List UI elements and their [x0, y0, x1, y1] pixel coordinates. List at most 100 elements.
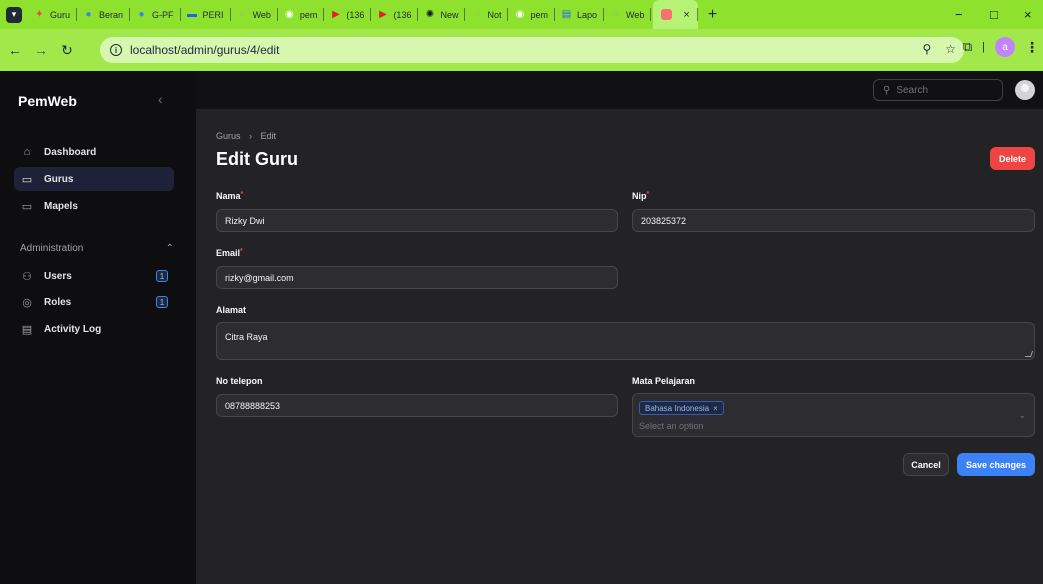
delete-button[interactable]: Delete [990, 147, 1035, 170]
browser-tab[interactable]: ◌ Web [604, 0, 652, 29]
tab-title: PERI [202, 9, 224, 20]
sidebar-group-label: Administration [20, 243, 84, 254]
sidebar-item-label: Users [44, 270, 72, 282]
site-info-icon[interactable]: i [110, 44, 122, 56]
tab-title: (136 [346, 9, 365, 20]
profile-avatar[interactable]: a [995, 37, 1015, 57]
search-icon: ⚲ [883, 84, 891, 96]
sidebar-item-users[interactable]: ⚇ Users 1 [14, 264, 174, 288]
nip-value: 203825372 [641, 215, 687, 226]
nip-label-text: Nip [632, 191, 647, 201]
remove-chip-icon[interactable]: × [713, 404, 718, 413]
email-field[interactable]: rizky@gmail.com [216, 266, 618, 289]
address-bar[interactable]: i localhost/admin/gurus/4/edit ⚲ ☆ [100, 37, 964, 63]
breadcrumb: Gurus › Edit [216, 131, 276, 141]
browser-tab[interactable]: ● G-PF [130, 0, 181, 29]
count-badge: 1 [156, 296, 168, 308]
breadcrumb-chevron-icon: › [249, 131, 253, 141]
save-changes-button[interactable]: Save changes [957, 453, 1035, 476]
tab-list: ✦ Guru ● Beran ● G-PF ▬ PERI ◌ Web ◉ pem ▶ (136 ▶ (136 ✺… [28, 0, 652, 29]
nama-value: Rizky Dwi [225, 215, 265, 226]
browser-tab[interactable]: ✺ New [418, 0, 466, 29]
sidebar-item-gurus[interactable]: ▭ Gurus [14, 167, 174, 191]
sidebar: PemWeb ‹ ⌂ Dashboard ▭ Gurus ▭ Mapels Ad… [0, 71, 196, 584]
breadcrumb-link-gurus[interactable]: Gurus [216, 131, 241, 141]
user-avatar[interactable] [1015, 80, 1035, 100]
main-content: Gurus › Edit Edit Guru Delete Nama* Rizk… [196, 109, 1043, 584]
youtube-icon: ▶ [332, 9, 340, 20]
laravel-icon: ✦ [35, 9, 44, 20]
home-icon: ⌂ [23, 146, 31, 158]
mapel-multiselect[interactable]: Bahasa Indonesia × Select an option ⌄ [632, 393, 1035, 437]
search-input[interactable]: ⚲ Search [873, 79, 1003, 101]
sidebar-item-roles[interactable]: ◎ Roles 1 [14, 290, 174, 314]
required-marker: * [646, 191, 650, 198]
email-value: rizky@gmail.com [225, 272, 294, 283]
nama-label: Nama* [216, 191, 243, 201]
breadcrumb-current: Edit [260, 131, 277, 141]
alamat-label: Alamat [216, 305, 247, 315]
sidebar-item-dashboard[interactable]: ⌂ Dashboard [14, 140, 174, 164]
close-window-button[interactable]: × [1024, 0, 1032, 29]
count-badge: 1 [156, 270, 168, 282]
telepon-label: No telepon [216, 376, 263, 386]
browser-tab[interactable]: ▶ (136 [324, 0, 372, 29]
tab-title: Lapo [577, 9, 598, 20]
zoom-icon[interactable]: ⚲ [922, 42, 931, 56]
reload-icon[interactable]: ↻ [56, 39, 78, 61]
sidebar-group-administration[interactable]: Administration ⌃ [20, 243, 174, 254]
browser-tab[interactable]: ◉ pem [508, 0, 555, 29]
browser-tab[interactable]: ◉ pem [278, 0, 325, 29]
back-arrow-icon[interactable]: ← [4, 39, 26, 61]
tab-title: (136 [393, 9, 412, 20]
close-tab-icon[interactable]: × [683, 9, 689, 21]
required-marker: * [240, 248, 243, 255]
browser-tab[interactable]: ▬ PERI [181, 0, 231, 29]
nama-field[interactable]: Rizky Dwi [216, 209, 618, 232]
nip-label: Nip* [632, 191, 649, 201]
search-placeholder: Search [896, 84, 929, 96]
required-marker: * [240, 191, 244, 198]
nip-field[interactable]: 203825372 [632, 209, 1035, 232]
chevron-down-icon[interactable]: ⌄ [1018, 410, 1026, 421]
chrome-icon: ● [85, 9, 92, 20]
browser-tab[interactable]: ◌ Web [231, 0, 279, 29]
extensions-icon[interactable]: ⧉ [963, 39, 972, 55]
sidebar-item-label: Gurus [44, 173, 74, 185]
tab-title: pem [530, 9, 548, 20]
sidebar-item-mapels[interactable]: ▭ Mapels [14, 194, 174, 218]
browser-tab[interactable]: ✦ Guru [28, 0, 78, 29]
restore-button[interactable]: □ [990, 0, 998, 29]
telepon-value: 08788888253 [225, 400, 281, 411]
selected-chip: Bahasa Indonesia × [639, 401, 724, 415]
telepon-field[interactable]: 08788888253 [216, 394, 618, 417]
cancel-button[interactable]: Cancel [903, 453, 949, 476]
url-text: localhost/admin/gurus/4/edit [130, 43, 280, 57]
sidebar-item-activity-log[interactable]: ▤ Activity Log [14, 317, 174, 341]
browser-tab-strip: ▾ ✦ Guru ● Beran ● G-PF ▬ PERI ◌ Web ◉ pem ▶ (136 ▶ (13… [0, 0, 1043, 29]
bookmark-star-icon[interactable]: ☆ [945, 42, 956, 56]
mapel-placeholder: Select an option [639, 421, 704, 431]
alamat-textarea[interactable]: Citra Raya [216, 322, 1035, 360]
sidebar-item-label: Mapels [44, 200, 78, 212]
chevron-up-icon[interactable]: ⌃ [166, 243, 174, 254]
folder-icon: ▭ [21, 200, 33, 213]
github-icon: ◉ [515, 9, 525, 20]
tab-search-menu-button[interactable]: ▾ [6, 6, 22, 23]
browser-tab[interactable]: ▤ Lapo [555, 0, 605, 29]
nama-label-text: Nama [216, 191, 241, 201]
docs-icon: ▤ [561, 9, 572, 20]
new-tab-button[interactable]: + [708, 6, 717, 24]
github-icon: ◉ [285, 9, 294, 20]
browser-tab[interactable]: ● Beran [77, 0, 131, 29]
youtube-icon: ▶ [379, 9, 387, 20]
mapel-label: Mata Pelajaran [632, 376, 696, 386]
minimize-button[interactable]: − [955, 0, 963, 29]
browser-menu-icon[interactable]: ⋮ [1025, 39, 1039, 56]
collapse-sidebar-icon[interactable]: ‹ [158, 91, 163, 107]
browser-tab[interactable]: ◌ Not [465, 0, 509, 29]
browser-tab[interactable]: ▶ (136 [371, 0, 419, 29]
forward-arrow-icon[interactable]: → [30, 39, 52, 61]
resize-handle-icon[interactable] [1024, 351, 1034, 357]
active-tab[interactable]: × [653, 0, 699, 29]
